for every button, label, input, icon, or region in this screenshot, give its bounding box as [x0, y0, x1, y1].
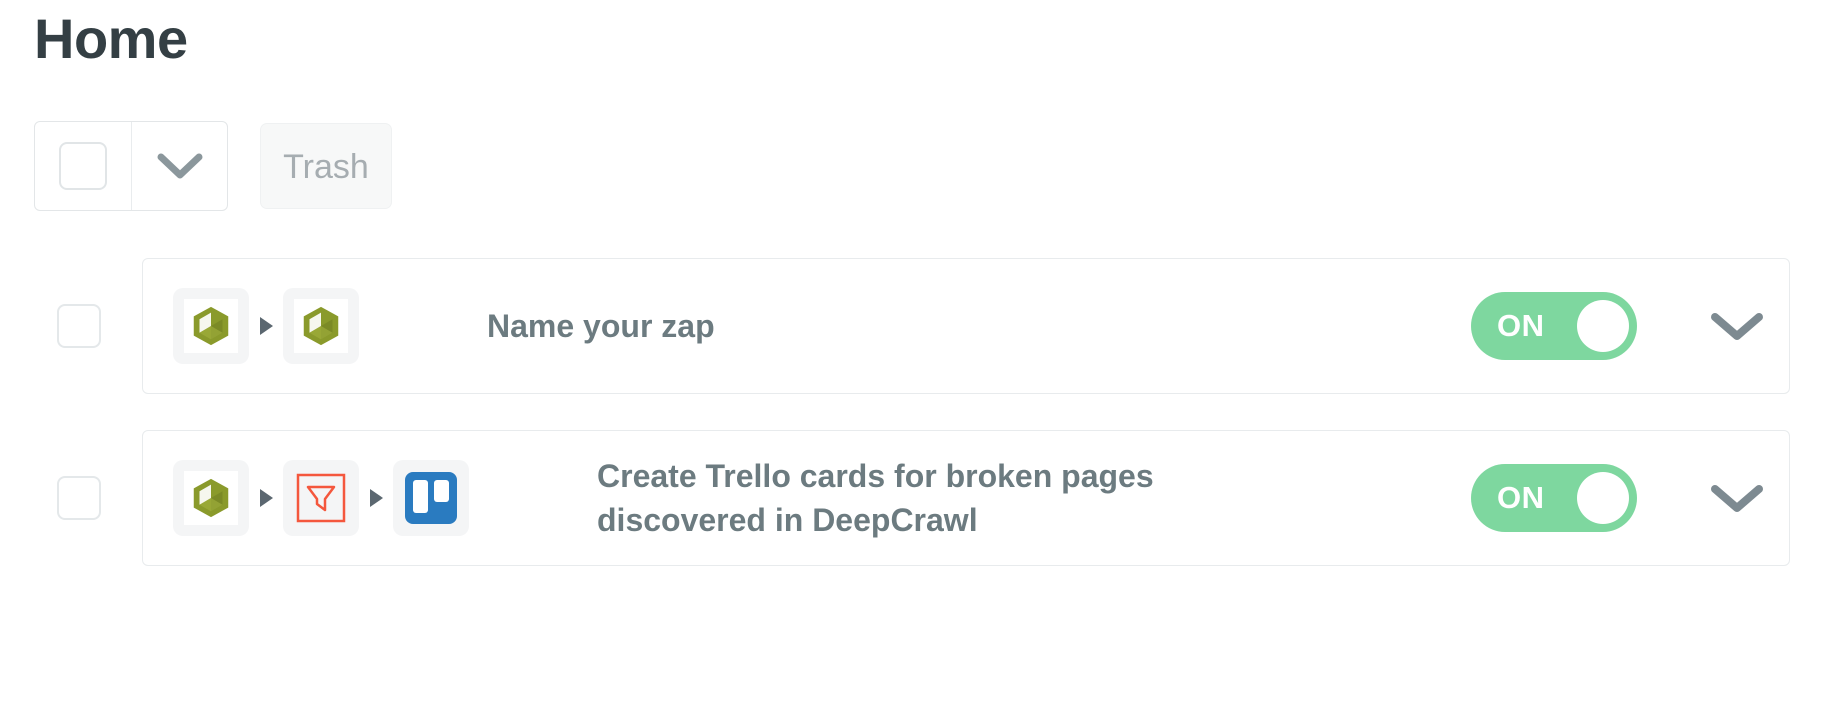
- app-tile-deepcrawl: [283, 288, 359, 364]
- page-title: Home: [34, 7, 188, 70]
- zap-row-checkbox[interactable]: [57, 304, 101, 348]
- list-toolbar: Trash: [34, 121, 392, 211]
- chevron-down-icon: [1711, 485, 1763, 512]
- zap-title: Name your zap: [487, 308, 715, 344]
- zap-card[interactable]: Name your zap ON: [142, 258, 1790, 394]
- app-tile-deepcrawl: [173, 288, 249, 364]
- trello-bar-left: [413, 480, 428, 513]
- zap-row-checkbox[interactable]: [57, 476, 101, 520]
- zap-row: Create Trello cards for broken pages dis…: [0, 430, 1834, 566]
- select-all-dropdown-button[interactable]: [131, 122, 227, 210]
- zap-app-chain: [173, 288, 359, 364]
- select-all-checkbox[interactable]: [35, 122, 131, 210]
- zap-toggle-label: ON: [1497, 308, 1545, 343]
- select-all-group: [34, 121, 228, 211]
- deepcrawl-cube-icon: [193, 478, 229, 518]
- zap-toggle-knob: [1577, 300, 1629, 352]
- trello-bar-right: [434, 480, 449, 502]
- zap-toggle[interactable]: ON: [1471, 464, 1637, 532]
- zap-list: Name your zap ON Create Trello cards for…: [0, 258, 1834, 602]
- zap-app-chain: [173, 460, 469, 536]
- chain-arrow-icon: [249, 315, 283, 337]
- deepcrawl-cube-icon: [193, 306, 229, 346]
- zap-row: Name your zap ON: [0, 258, 1834, 394]
- zap-expand-button[interactable]: [1685, 310, 1789, 342]
- app-tile-trello: [393, 460, 469, 536]
- zap-card[interactable]: Create Trello cards for broken pages dis…: [142, 430, 1790, 566]
- chevron-down-icon: [1711, 313, 1763, 340]
- app-tile-deepcrawl: [173, 460, 249, 536]
- chain-arrow-icon: [359, 487, 393, 509]
- zap-toggle-knob: [1577, 472, 1629, 524]
- chevron-down-icon: [157, 153, 202, 179]
- zap-title: Create Trello cards for broken pages dis…: [597, 458, 1154, 538]
- zap-expand-button[interactable]: [1685, 482, 1789, 514]
- app-icon-background: [294, 299, 348, 353]
- zap-toggle-label: ON: [1497, 480, 1545, 515]
- home-page: Home Trash Name your zap ON Create Trell…: [0, 0, 1834, 706]
- chain-arrow-icon: [249, 487, 283, 509]
- app-tile-filter: [283, 460, 359, 536]
- app-icon-background: [184, 471, 238, 525]
- filter-funnel-icon: [296, 473, 346, 523]
- deepcrawl-cube-icon: [303, 306, 339, 346]
- checkbox-box: [59, 142, 107, 190]
- trello-icon: [405, 472, 457, 524]
- app-icon-background: [184, 299, 238, 353]
- zap-toggle[interactable]: ON: [1471, 292, 1637, 360]
- trash-button[interactable]: Trash: [260, 123, 392, 209]
